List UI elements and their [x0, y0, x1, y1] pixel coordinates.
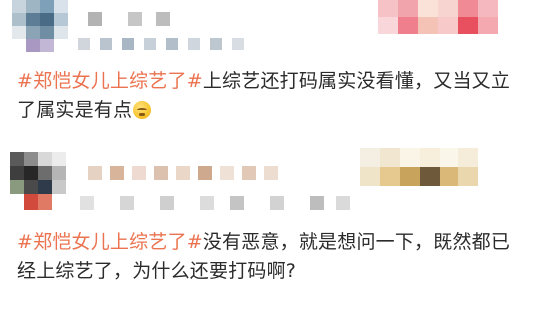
comment-text: #郑恺女儿上综艺了#没有恶意，就是想问一下，既然都已经上综艺了，为什么还要打码啊…: [17, 228, 525, 286]
user-badge: [360, 148, 478, 186]
post-meta: [80, 196, 350, 210]
username[interactable]: [88, 166, 278, 180]
hashtag-link[interactable]: #郑恺女儿上综艺了#: [17, 70, 203, 92]
hashtag-link[interactable]: #郑恺女儿上综艺了#: [17, 231, 203, 253]
avatar[interactable]: [12, 0, 68, 52]
username[interactable]: [88, 12, 170, 26]
avatar[interactable]: [10, 152, 66, 210]
post-meta: [78, 38, 250, 50]
awkward-face-emoji-icon: [133, 101, 152, 119]
comment-text: #郑恺女儿上综艺了#上综艺还打码属实没看懂，又当又立了属实是有点: [17, 67, 525, 125]
comment-item: #郑恺女儿上综艺了#上综艺还打码属实没看懂，又当又立了属实是有点: [0, 0, 540, 140]
user-badge: [378, 0, 498, 34]
comment-item: #郑恺女儿上综艺了#没有恶意，就是想问一下，既然都已经上综艺了，为什么还要打码啊…: [0, 140, 540, 309]
